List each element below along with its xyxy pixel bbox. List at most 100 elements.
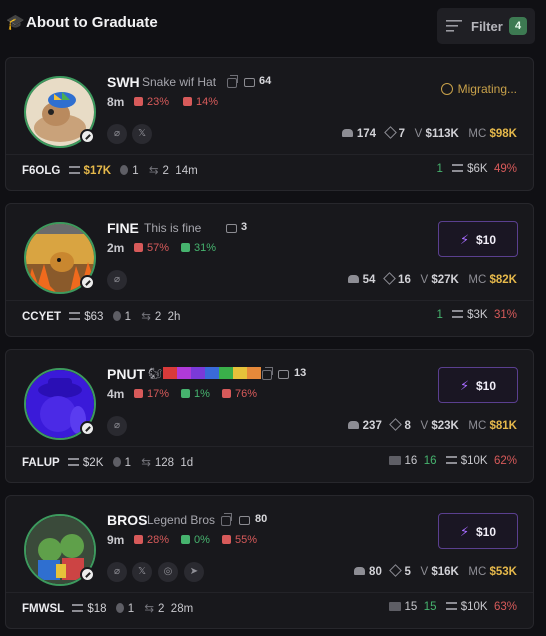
top-holders-stat: 14%	[183, 96, 218, 108]
token-name: Snake wif Hat	[142, 75, 217, 89]
sniper-icon	[222, 389, 231, 398]
trade-summary: 1 $6K 49%	[436, 163, 518, 175]
transfer-icon: ⇆	[141, 311, 151, 323]
top-holders-stat: 0%	[181, 534, 210, 546]
quick-buy-button[interactable]: ⚡ $10	[438, 367, 518, 403]
lightning-icon: ⚡	[460, 524, 470, 539]
avatar-pill-icon	[80, 275, 95, 290]
card-divider	[6, 154, 533, 155]
token-name: This is fine	[144, 221, 202, 235]
pair-info: CCYET $63 1 ⇆ 2 2h	[22, 311, 181, 323]
token-age: 8m	[107, 95, 125, 109]
filter-count-badge: 4	[509, 17, 527, 35]
coin-icon	[112, 311, 121, 321]
trade-summary: 16 16 $10K 62%	[388, 455, 517, 467]
avatar-pill-icon	[80, 129, 95, 144]
quick-buy-button[interactable]: ⚡ $10	[438, 513, 518, 549]
telegram-icon[interactable]: ➤	[184, 562, 204, 582]
holders-icon	[347, 421, 359, 429]
token-metrics: 80 5 V $16K MC $53K	[354, 564, 517, 578]
squirrel-emoji-icon: 🐿	[148, 368, 162, 380]
token-ticker[interactable]: PNUT	[107, 366, 145, 382]
token-metrics: 54 16 V $27K MC $82K	[347, 272, 517, 286]
token-ticker[interactable]: SWH	[107, 74, 140, 90]
hits-icon	[383, 126, 397, 139]
card-divider	[6, 592, 533, 593]
x-icon[interactable]: 𝕏	[132, 562, 152, 582]
holders-icon	[341, 129, 353, 137]
comment-count: 64	[259, 75, 272, 87]
token-card-fine[interactable]: FINE This is fine 3 2m 57% 31% ⌀ ⚡ $10 5…	[5, 203, 534, 337]
top-holders-stat: 31%	[181, 242, 216, 254]
avatar-pill-icon	[80, 567, 95, 582]
top-holders-stat: 1%	[181, 388, 210, 400]
comment-count: 13	[294, 367, 307, 379]
token-metrics: 237 8 V $23K MC $81K	[347, 418, 517, 432]
card-divider	[6, 446, 533, 447]
liquidity-icon	[445, 456, 457, 464]
token-age: 2m	[107, 241, 125, 255]
pair-info: F6OLG $17K 1 ⇆ 2 14m	[22, 165, 198, 177]
section-title: About to Graduate	[26, 14, 158, 31]
user-icon	[134, 389, 143, 398]
liquidity-icon	[452, 310, 464, 318]
trade-summary: 15 15 $10K 63%	[388, 601, 517, 613]
liquidity-icon	[72, 604, 84, 612]
comment-count: 80	[255, 513, 268, 525]
user-icon	[134, 535, 143, 544]
token-card-pnut[interactable]: PNUT 🐿 13 4m 17% 1% 76% ⌀ ⚡ $10 237 8 V …	[5, 349, 534, 483]
snipers-stat: 76%	[222, 388, 257, 400]
dev-holding-stat: 17%	[134, 388, 169, 400]
pair-info: FMWSL $18 1 ⇆ 2 28m	[22, 603, 194, 615]
filter-lines-icon	[446, 20, 462, 32]
transfer-icon: ⇆	[148, 165, 159, 177]
snipers-stat: 55%	[222, 534, 257, 546]
folder-icon	[388, 456, 401, 465]
copy-icon[interactable]	[262, 367, 273, 380]
hits-icon	[389, 564, 403, 577]
copy-icon[interactable]	[221, 513, 232, 526]
compass-icon	[440, 83, 453, 95]
link-icon[interactable]: ⌀	[107, 270, 127, 290]
section-header: 🎓 About to Graduate Filter 4	[0, 0, 546, 48]
lightning-icon: ⚡	[460, 232, 470, 247]
card-divider	[6, 300, 533, 301]
liquidity-icon	[69, 312, 81, 320]
link-icon[interactable]: ⌀	[107, 124, 127, 144]
dev-holding-stat: 57%	[134, 242, 169, 254]
coin-icon	[115, 603, 124, 613]
comment-icon	[226, 224, 237, 233]
token-card-bros[interactable]: BROS Legend Bros 80 9m 28% 0% 55% ⌀ 𝕏 ◎ …	[5, 495, 534, 629]
graduation-cap-icon: 🎓	[6, 14, 25, 31]
crown-icon	[183, 97, 192, 106]
token-ticker[interactable]: BROS	[107, 512, 147, 528]
link-icon[interactable]: ⌀	[107, 562, 127, 582]
token-metrics: 174 7 V $113K MC $98K	[341, 126, 517, 140]
comment-count: 3	[241, 221, 248, 233]
token-card-swh[interactable]: SWH Snake wif Hat 64 8m 23% 14% ⌀ 𝕏 Migr…	[5, 57, 534, 191]
folder-icon	[388, 602, 401, 611]
token-age: 4m	[107, 387, 125, 401]
liquidity-icon	[452, 164, 464, 172]
comment-icon	[244, 78, 255, 87]
filter-button[interactable]: Filter 4	[437, 8, 535, 44]
hits-icon	[389, 418, 403, 431]
user-icon	[134, 243, 143, 252]
avatar-pill-icon	[80, 421, 95, 436]
filter-label: Filter	[471, 19, 503, 34]
token-name: Legend Bros	[147, 513, 216, 527]
x-icon[interactable]: 𝕏	[132, 124, 152, 144]
link-icon[interactable]: ⌀	[107, 416, 127, 436]
comment-icon	[278, 370, 289, 379]
token-ticker[interactable]: FINE	[107, 220, 139, 236]
rainbow-banner	[163, 367, 261, 379]
crown-icon	[181, 535, 190, 544]
copy-icon[interactable]	[227, 75, 238, 88]
quick-buy-button[interactable]: ⚡ $10	[438, 221, 518, 257]
globe-icon[interactable]: ◎	[158, 562, 178, 582]
comment-icon	[239, 516, 250, 525]
sniper-icon	[222, 535, 231, 544]
hits-icon	[383, 272, 396, 285]
user-icon	[134, 97, 143, 106]
liquidity-icon	[67, 458, 79, 466]
